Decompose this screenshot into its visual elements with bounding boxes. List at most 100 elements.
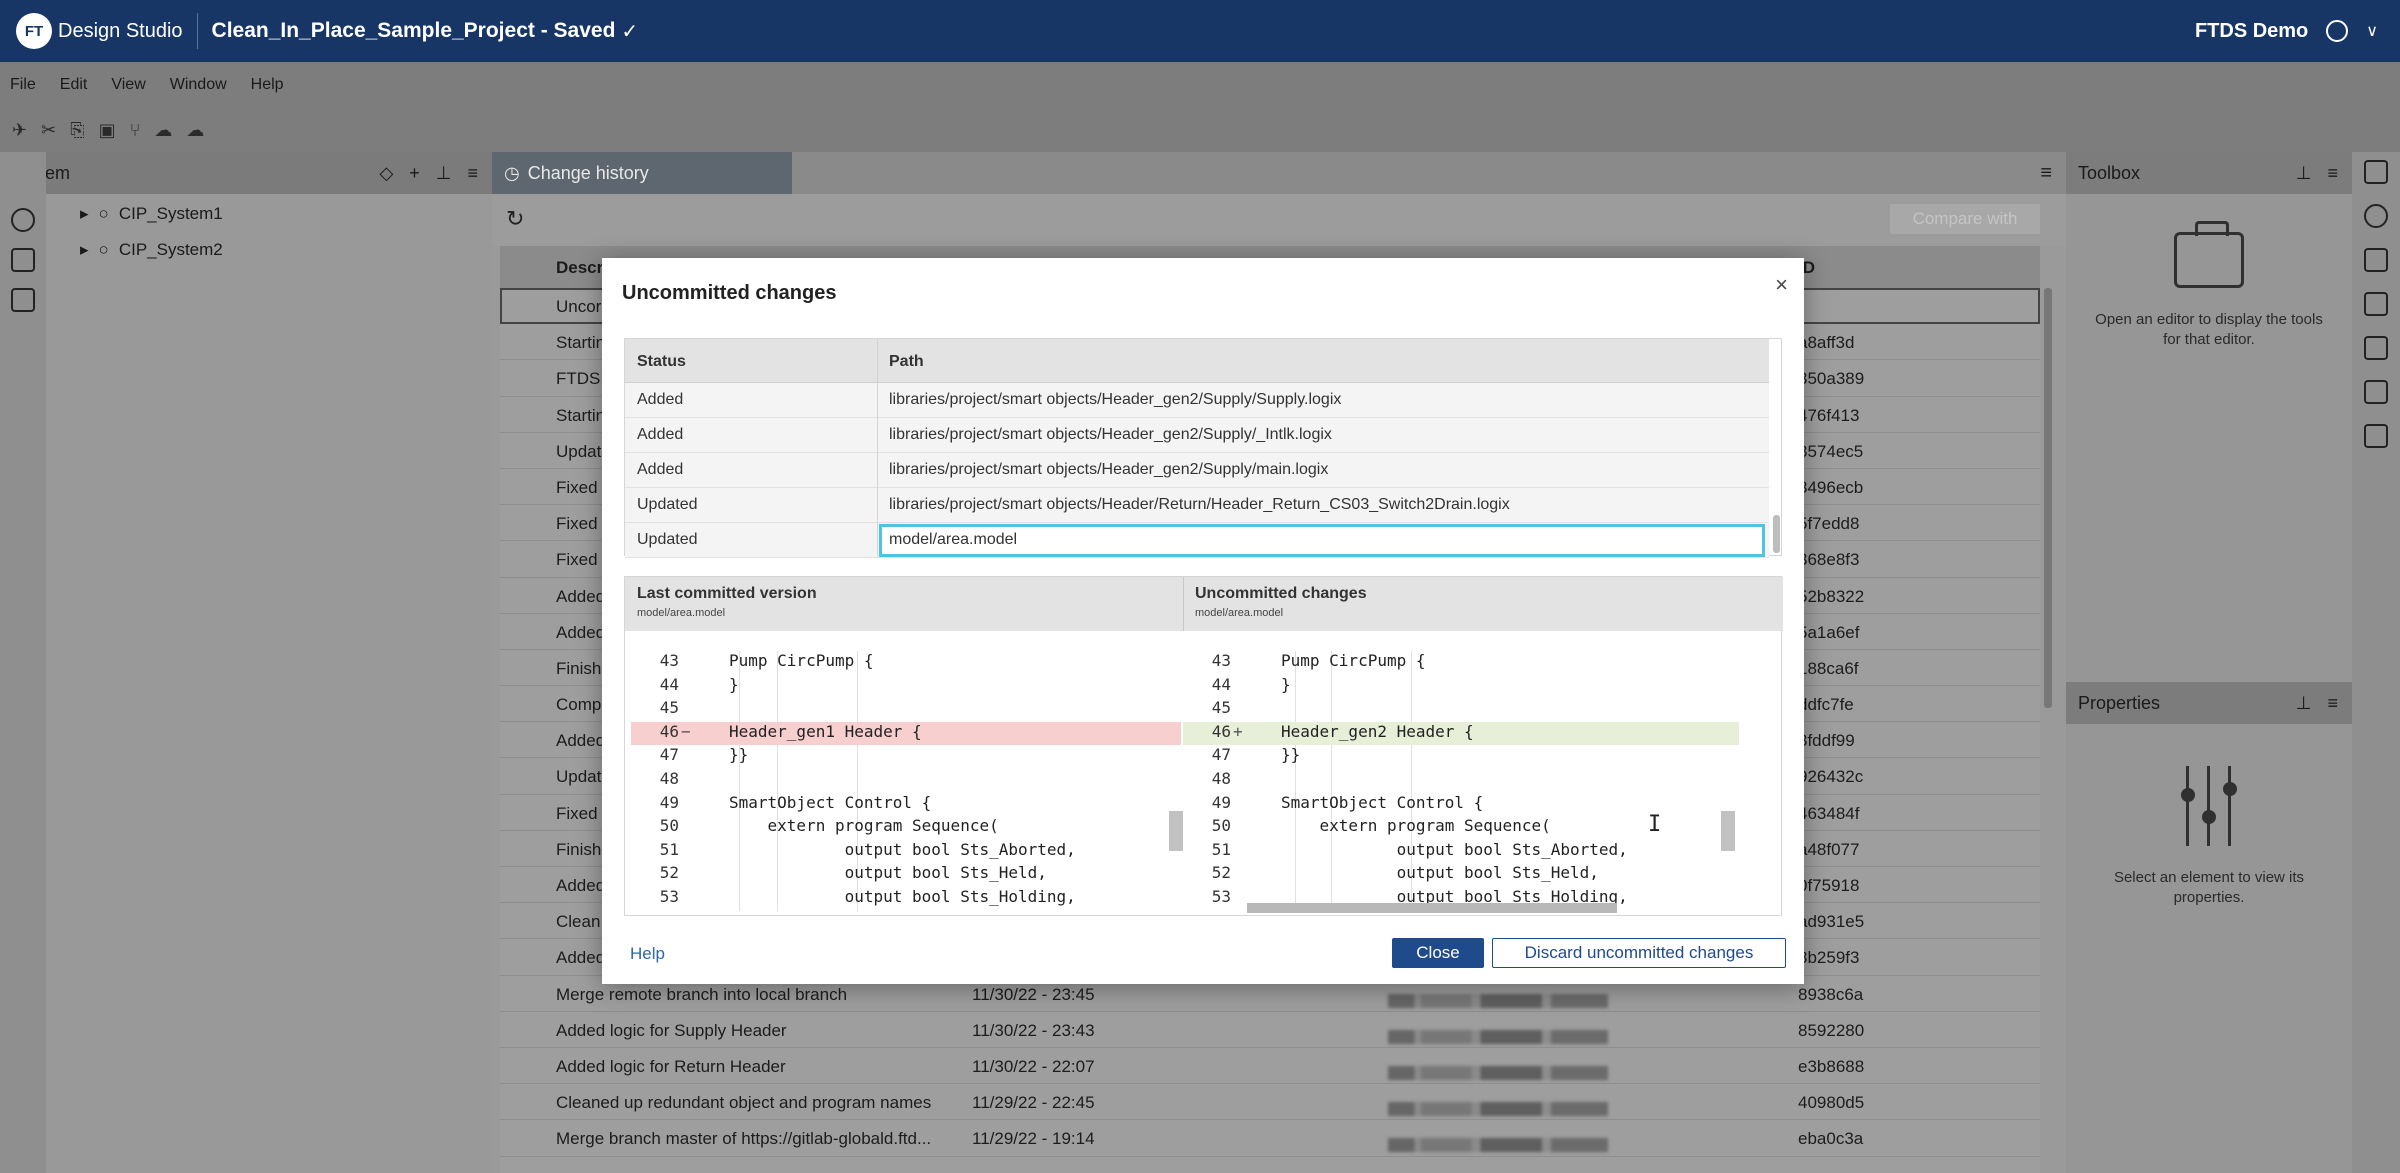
line-number: 50	[1211, 816, 1231, 836]
menu-file[interactable]: File	[10, 76, 36, 94]
cloud-upload-icon[interactable]: ☁	[154, 120, 172, 141]
system-tree: ▸ ○ CIP_System1 ▸ ○ CIP_System2	[46, 194, 492, 1173]
compare-with-button[interactable]: Compare with	[1890, 204, 2040, 234]
table-row[interactable]: Merge branch master of https://gitlab-gl…	[500, 1120, 2040, 1157]
line-number: 45	[659, 698, 679, 718]
line-number: 52	[1211, 863, 1231, 883]
table-row[interactable]: Added logic for Supply Header 11/30/22 - …	[500, 1012, 2040, 1048]
right-activity-bar	[2352, 152, 2400, 1173]
right-code-pane[interactable]: 43 Pump CircPump {44} 45 46 + Header_gen2 Hea…	[1183, 651, 1739, 911]
add-icon[interactable]: +	[409, 163, 420, 184]
file-row[interactable]: Added libraries/project/smart objects/He…	[625, 453, 1769, 488]
expand-arrow-icon[interactable]: ▸	[80, 240, 89, 260]
code-line: 43 Pump CircPump {	[631, 651, 1181, 675]
right-pane-header: Uncommitted changes model/area.model	[1195, 585, 1367, 619]
row-commit-id: 5a1a6ef	[1798, 622, 1860, 642]
code-text: output bool Sts_Aborted,	[1281, 839, 1628, 859]
line-number: 45	[1211, 698, 1231, 718]
table-row[interactable]: Cleaned up redundant object and program …	[500, 1084, 2040, 1121]
discard-changes-button[interactable]: Discard uncommitted changes	[1492, 938, 1786, 968]
user-avatar-icon[interactable]	[2326, 20, 2349, 42]
toolbox-icon	[2174, 221, 2244, 288]
file-row[interactable]: Updated libraries/project/smart objects/…	[625, 488, 1769, 523]
menu-icon[interactable]: ≡	[467, 163, 478, 184]
panel-icon[interactable]	[2364, 248, 2388, 272]
copy-icon[interactable]: ⎘	[70, 120, 84, 141]
right-pane-hscrollbar[interactable]	[1247, 903, 1617, 913]
properties-side-icon[interactable]	[2364, 336, 2388, 360]
code-line: 53 output bool Sts_Holding,	[631, 887, 1181, 911]
row-commit-id: 350a389	[1798, 369, 1865, 389]
code-text: }	[1281, 674, 1291, 694]
close-button[interactable]: Close	[1392, 938, 1484, 968]
row-commit-id: 926432c	[1798, 767, 1864, 787]
row-commit-id: ad931e5	[1798, 912, 1865, 932]
branch-icon[interactable]: ⑂	[130, 120, 141, 141]
code-text: output bool Sts_Held,	[1281, 863, 1599, 883]
line-number: 48	[1211, 768, 1231, 788]
pin-icon[interactable]: ⊥	[2296, 163, 2312, 184]
file-row[interactable]: Added libraries/project/smart objects/He…	[625, 383, 1769, 418]
menu-view[interactable]: View	[111, 76, 145, 94]
menu-icon[interactable]: ≡	[2327, 163, 2338, 184]
output-icon[interactable]	[2364, 380, 2388, 404]
row-commit-id: 3fddf99	[1798, 731, 1855, 751]
system-view-icon[interactable]	[11, 208, 35, 232]
column-status[interactable]: Status	[637, 353, 686, 371]
column-description[interactable]: Descr	[556, 258, 603, 278]
menu-icon[interactable]: ≡	[2040, 162, 2052, 185]
pin-icon[interactable]: ⊥	[2296, 693, 2312, 714]
menu-icon[interactable]: ≡	[2327, 693, 2338, 714]
right-pane-title: Uncommitted changes	[1195, 585, 1367, 602]
menu-bar: File Edit View Window Help	[0, 62, 2400, 108]
row-commit-id: 188ca6f	[1798, 658, 1859, 678]
cloud-download-icon[interactable]: ☁	[186, 120, 204, 141]
system-panel-header: System ◇ + ⊥ ≡	[0, 152, 492, 194]
app-logo: FT Design Studio	[16, 13, 183, 49]
code-line: 44}	[631, 675, 1181, 699]
pin-icon[interactable]: ⊥	[436, 163, 452, 184]
tag-icon[interactable]: ◇	[379, 163, 393, 184]
row-commit-id: a8aff3d	[1798, 333, 1855, 353]
library-view-icon[interactable]	[11, 288, 35, 312]
row-date: 11/30/22 - 23:43	[972, 1020, 1095, 1040]
code-text: output bool Sts_Holding,	[729, 886, 1076, 906]
table-scrollbar[interactable]	[2044, 288, 2052, 708]
file-path: libraries/project/smart objects/Header_g…	[889, 426, 1332, 443]
menu-help[interactable]: Help	[251, 76, 284, 94]
right-pane-scrollbar[interactable]	[1721, 811, 1735, 851]
table-row[interactable]: Added logic for Return Header 11/30/22 - …	[500, 1048, 2040, 1085]
toolbox-panel: Toolbox ⊥ ≡ Open an editor to display th…	[2066, 152, 2352, 682]
left-pane-scrollbar[interactable]	[1169, 811, 1183, 851]
tab-label: Change history	[527, 162, 649, 183]
menu-edit[interactable]: Edit	[60, 76, 88, 94]
close-icon[interactable]: ×	[1775, 272, 1788, 298]
column-path[interactable]: Path	[889, 353, 924, 371]
cut-icon[interactable]: ✂	[41, 120, 56, 141]
toolbox-side-icon[interactable]	[2364, 292, 2388, 316]
left-pane-header: Last committed version model/area.model	[637, 585, 817, 619]
tree-item-cip-system1[interactable]: ▸ ○ CIP_System1	[46, 196, 492, 232]
tree-item-cip-system2[interactable]: ▸ ○ CIP_System2	[46, 232, 492, 268]
file-status: Updated	[637, 531, 698, 548]
paste-icon[interactable]: ▣	[99, 120, 116, 141]
layout-icon[interactable]	[2364, 160, 2388, 184]
files-scrollbar[interactable]	[1773, 515, 1780, 553]
refresh-icon[interactable]: ↻	[506, 206, 524, 232]
tab-change-history[interactable]: ◷ Change history	[492, 152, 792, 194]
help-link[interactable]: Help	[630, 944, 665, 964]
settings-view-icon[interactable]	[11, 248, 35, 272]
left-code-pane[interactable]: 43 Pump CircPump {44} 45 46− Header_gen1 Hea…	[631, 651, 1181, 911]
properties-header: Properties ⊥ ≡	[2066, 682, 2352, 724]
chevron-down-icon[interactable]: ∨	[2366, 21, 2378, 41]
rocket-icon[interactable]: ✈	[12, 120, 27, 141]
compass-icon[interactable]	[2364, 204, 2388, 228]
expand-arrow-icon[interactable]: ▸	[80, 204, 89, 224]
terminal-icon[interactable]	[2364, 424, 2388, 448]
file-row[interactable]: Added libraries/project/smart objects/He…	[625, 418, 1769, 453]
row-commit-id: eba0c3a	[1798, 1129, 1864, 1149]
code-text: SmartObject Control {	[1281, 792, 1484, 812]
menu-window[interactable]: Window	[170, 76, 227, 94]
file-row-selected[interactable]: Updated model/area.model	[625, 523, 1769, 558]
user-name[interactable]: FTDS Demo	[2195, 20, 2308, 43]
